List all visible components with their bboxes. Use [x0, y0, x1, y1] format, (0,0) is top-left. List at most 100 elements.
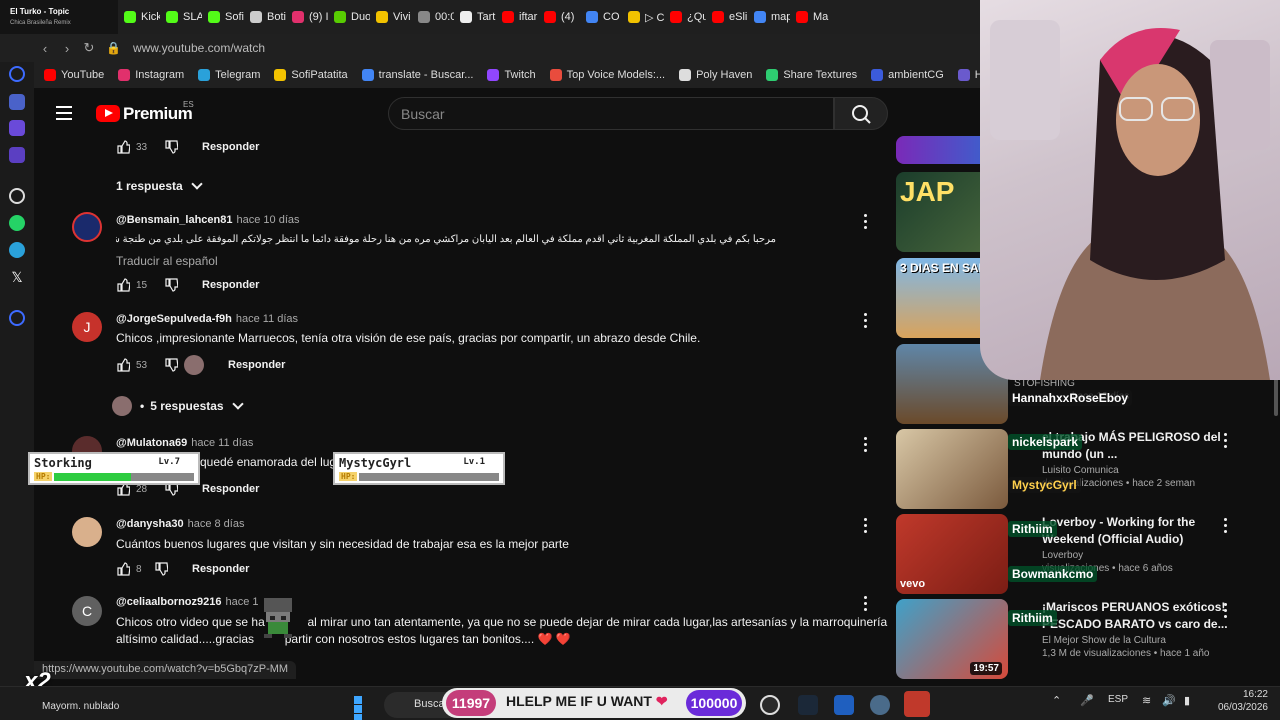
- address-bar[interactable]: 🔒 www.youtube.com/watch: [106, 41, 265, 55]
- video-info[interactable]: Loverboy - Working for the Weekend (Offi…: [1042, 514, 1232, 574]
- channel-name[interactable]: El Mejor Show de la Cultura: [1042, 635, 1232, 646]
- dislike-icon[interactable]: [164, 140, 179, 154]
- sidebar-app-icon[interactable]: [9, 120, 25, 136]
- sidebar-app-icon[interactable]: [9, 66, 25, 82]
- comment-author[interactable]: @Mulatona69 hace 11 días: [116, 437, 253, 449]
- browser-tab[interactable]: Kick: [118, 0, 160, 34]
- bookmark-item[interactable]: Poly Haven: [679, 69, 752, 81]
- comment-time[interactable]: hace 10 días: [237, 214, 300, 226]
- browser-tab[interactable]: CO: [580, 0, 622, 34]
- menu-icon[interactable]: [56, 106, 72, 120]
- comment-author[interactable]: @Bensmain_lahcen81 hace 10 días: [116, 214, 300, 226]
- author-handle[interactable]: @celiaalbornoz9216: [116, 596, 222, 608]
- chatgpt-icon[interactable]: [9, 188, 25, 204]
- browser-tab[interactable]: iftar: [496, 0, 538, 34]
- bookmark-item[interactable]: YouTube: [44, 69, 104, 81]
- browser-tab[interactable]: Tart: [454, 0, 496, 34]
- more-options-icon[interactable]: [864, 313, 868, 331]
- video-thumbnail[interactable]: 19:57: [896, 599, 1008, 679]
- bookmark-item[interactable]: ambientCG: [871, 69, 944, 81]
- settings-icon[interactable]: [870, 695, 890, 715]
- steam-icon[interactable]: [798, 695, 818, 715]
- taskbar-app-icon[interactable]: [834, 695, 854, 715]
- bookmark-item[interactable]: Share Textures: [766, 69, 857, 81]
- browser-tab[interactable]: 00:0: [412, 0, 454, 34]
- video-title[interactable]: Loverboy - Working for the Weekend (Offi…: [1042, 514, 1232, 548]
- dislike-icon[interactable]: [164, 358, 179, 372]
- forward-icon[interactable]: ›: [56, 37, 78, 59]
- browser-tab[interactable]: map: [748, 0, 790, 34]
- channel-name[interactable]: Luisito Comunica: [1042, 465, 1232, 476]
- video-thumbnail[interactable]: [896, 429, 1008, 509]
- video-info[interactable]: ¡Mariscos PERUANOS exóticos! PESCADO BAR…: [1042, 599, 1232, 659]
- search-input[interactable]: Buscar: [401, 106, 445, 122]
- comment-author[interactable]: @celiaalbornoz9216 hace 1: [116, 596, 259, 608]
- bookmark-item[interactable]: translate - Buscar...: [361, 69, 473, 81]
- video-title[interactable]: ¡Mariscos PERUANOS exóticos! PESCADO BAR…: [1042, 599, 1232, 633]
- browser-tab[interactable]: Sofi: [202, 0, 244, 34]
- browser-tab[interactable]: (9) I: [286, 0, 328, 34]
- author-handle[interactable]: @Mulatona69: [116, 437, 187, 449]
- battery-icon[interactable]: ▮: [1184, 694, 1190, 707]
- more-options-icon[interactable]: [864, 214, 868, 232]
- whatsapp-icon[interactable]: [9, 215, 25, 231]
- channel-name[interactable]: Loverboy: [1042, 550, 1232, 561]
- like-icon[interactable]: [116, 278, 131, 292]
- back-icon[interactable]: ‹: [34, 37, 56, 59]
- more-options-icon[interactable]: [864, 437, 868, 455]
- bookmark-item[interactable]: Twitch: [487, 69, 536, 81]
- comment-time[interactable]: hace 11 días: [191, 437, 253, 449]
- browser-tab[interactable]: Boti: [244, 0, 286, 34]
- reply-button[interactable]: Responder: [228, 359, 285, 371]
- reload-icon[interactable]: ↻: [78, 37, 100, 59]
- dislike-icon[interactable]: [164, 278, 179, 292]
- author-handle[interactable]: @Bensmain_lahcen81: [116, 214, 233, 226]
- like-icon[interactable]: [116, 140, 131, 154]
- comment-time[interactable]: hace 8 días: [188, 518, 245, 530]
- comment-author[interactable]: @JorgeSepulveda-f9h hace 11 días: [116, 313, 298, 325]
- replies-toggle[interactable]: 1 respuesta: [116, 178, 203, 193]
- like-icon[interactable]: [116, 358, 131, 372]
- bookmark-item[interactable]: Instagram: [118, 69, 184, 81]
- youtube-logo-icon[interactable]: [96, 105, 120, 122]
- comment-author[interactable]: @danysha30 hace 8 días: [116, 518, 244, 530]
- browser-tab[interactable]: SLA: [160, 0, 202, 34]
- weather-widget[interactable]: Mayorm. nublado: [42, 701, 119, 712]
- taskbar-app-icon[interactable]: [760, 695, 780, 715]
- like-icon[interactable]: [116, 562, 131, 576]
- avatar[interactable]: C: [72, 596, 102, 626]
- more-options-icon[interactable]: [864, 518, 868, 536]
- reply-button[interactable]: Responder: [202, 141, 259, 153]
- input-language[interactable]: ESP: [1108, 694, 1128, 705]
- video-thumbnail[interactable]: vevo: [896, 514, 1008, 594]
- comment-time[interactable]: hace 1: [226, 596, 259, 608]
- sidebar-app-icon[interactable]: [9, 94, 25, 110]
- more-options-icon[interactable]: [1224, 518, 1228, 536]
- wifi-icon[interactable]: ≋: [1142, 694, 1151, 707]
- now-playing-widget[interactable]: El Turko - Topic Chica Brasileña Remix: [0, 0, 118, 34]
- browser-tab[interactable]: eSli: [706, 0, 748, 34]
- translate-link[interactable]: Traducir al español: [116, 254, 218, 268]
- avatar[interactable]: J: [72, 312, 102, 342]
- search-button[interactable]: [834, 97, 888, 130]
- dislike-icon[interactable]: [154, 562, 169, 576]
- author-handle[interactable]: @JorgeSepulveda-f9h: [116, 313, 232, 325]
- replies-toggle[interactable]: • 5 respuestas: [112, 396, 244, 416]
- more-options-icon[interactable]: [1224, 433, 1228, 451]
- browser-tab[interactable]: Vivi: [370, 0, 412, 34]
- browser-tab[interactable]: Ma: [790, 0, 832, 34]
- x-icon[interactable]: 𝕏: [9, 269, 25, 285]
- reply-button[interactable]: Responder: [192, 563, 249, 575]
- browser-tab[interactable]: Duo: [328, 0, 370, 34]
- comment-time[interactable]: hace 11 días: [236, 313, 298, 325]
- chevron-up-icon[interactable]: ⌃: [1052, 694, 1061, 707]
- telegram-icon[interactable]: [9, 242, 25, 258]
- system-clock[interactable]: 16:22 06/03/2026: [1212, 688, 1268, 714]
- more-options-icon[interactable]: [1224, 603, 1228, 621]
- history-icon[interactable]: [9, 310, 25, 326]
- browser-tab[interactable]: ▷ C: [622, 0, 664, 34]
- more-options-icon[interactable]: [864, 596, 868, 614]
- avatar[interactable]: [72, 212, 102, 242]
- browser-tab[interactable]: ¿Qu: [664, 0, 706, 34]
- bookmark-item[interactable]: Telegram: [198, 69, 260, 81]
